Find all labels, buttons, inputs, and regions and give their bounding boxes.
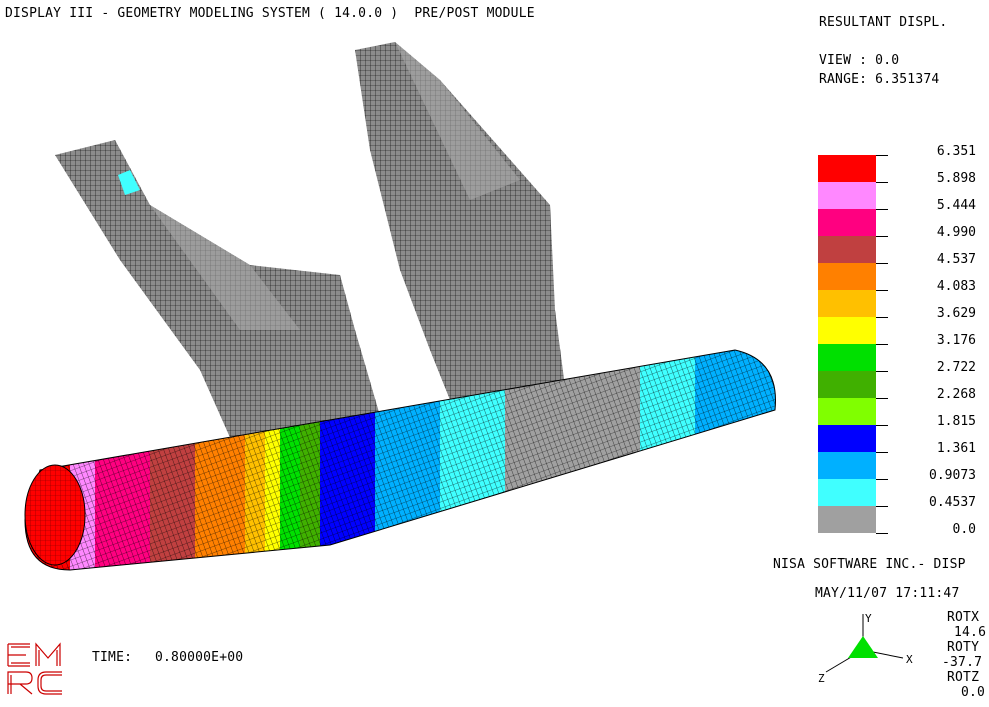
legend-value: 0.4537 (929, 495, 976, 510)
model-viewport[interactable] (0, 30, 790, 590)
legend-value: 1.815 (936, 414, 976, 429)
z-axis-label: Z (818, 672, 825, 685)
emrc-logo (7, 642, 62, 695)
rotx-value: 14.6 (954, 625, 987, 640)
legend-value: 5.444 (936, 198, 976, 213)
legend-swatch (818, 236, 876, 263)
window-title: DISPLAY III - GEOMETRY MODELING SYSTEM (… (5, 6, 535, 21)
view-readout: VIEW : 0.0 (819, 53, 900, 68)
legend-value: 3.176 (936, 333, 976, 348)
rotz-label: ROTZ (947, 670, 980, 685)
legend-value: 0.0 (952, 522, 976, 537)
time-label: TIME: (92, 650, 133, 665)
legend-value: 4.083 (936, 279, 976, 294)
roty-value: -37.7 (942, 655, 983, 670)
legend-swatch (818, 263, 876, 290)
legend-swatch (818, 290, 876, 317)
legend-value: 4.537 (936, 252, 976, 267)
result-type-label: RESULTANT DISPL. (819, 15, 948, 30)
time-value: 0.80000E+00 (155, 650, 244, 665)
roty-label: ROTY (947, 640, 980, 655)
right-fin (355, 42, 570, 440)
legend-value: 2.722 (936, 360, 976, 375)
legend-swatch (818, 209, 876, 236)
legend-value: 3.629 (936, 306, 976, 321)
x-axis-label: X (906, 653, 913, 666)
company-label: NISA SOFTWARE INC.- DISP (773, 557, 966, 572)
tube-body (25, 350, 776, 570)
range-readout: RANGE: 6.351374 (819, 72, 940, 87)
legend-swatch (818, 155, 876, 182)
rotz-value: 0.0 (961, 685, 986, 700)
rotx-label: ROTX (947, 610, 980, 625)
legend-value: 0.9073 (929, 468, 976, 483)
legend-value: 6.351 (936, 144, 976, 159)
y-axis-label: Y (865, 612, 872, 625)
legend-value: 2.268 (936, 387, 976, 402)
legend-swatch (818, 506, 876, 533)
date-time-stamp: MAY/11/07 17:11:47 (815, 586, 960, 601)
legend-value: 1.361 (936, 441, 976, 456)
legend-swatch (818, 371, 876, 398)
legend-swatch (818, 479, 876, 506)
legend-swatch (818, 425, 876, 452)
legend-swatch (818, 317, 876, 344)
legend-swatch (818, 398, 876, 425)
legend-swatch (818, 344, 876, 371)
legend-value: 4.990 (936, 225, 976, 240)
legend-value: 5.898 (936, 171, 976, 186)
axis-triad: Y X Z (818, 612, 913, 685)
legend-swatch (818, 182, 876, 209)
contour-legend: 6.351 5.898 5.444 4.990 4.537 4.083 3.629 3.176… (818, 144, 988, 537)
legend-swatch (818, 452, 876, 479)
